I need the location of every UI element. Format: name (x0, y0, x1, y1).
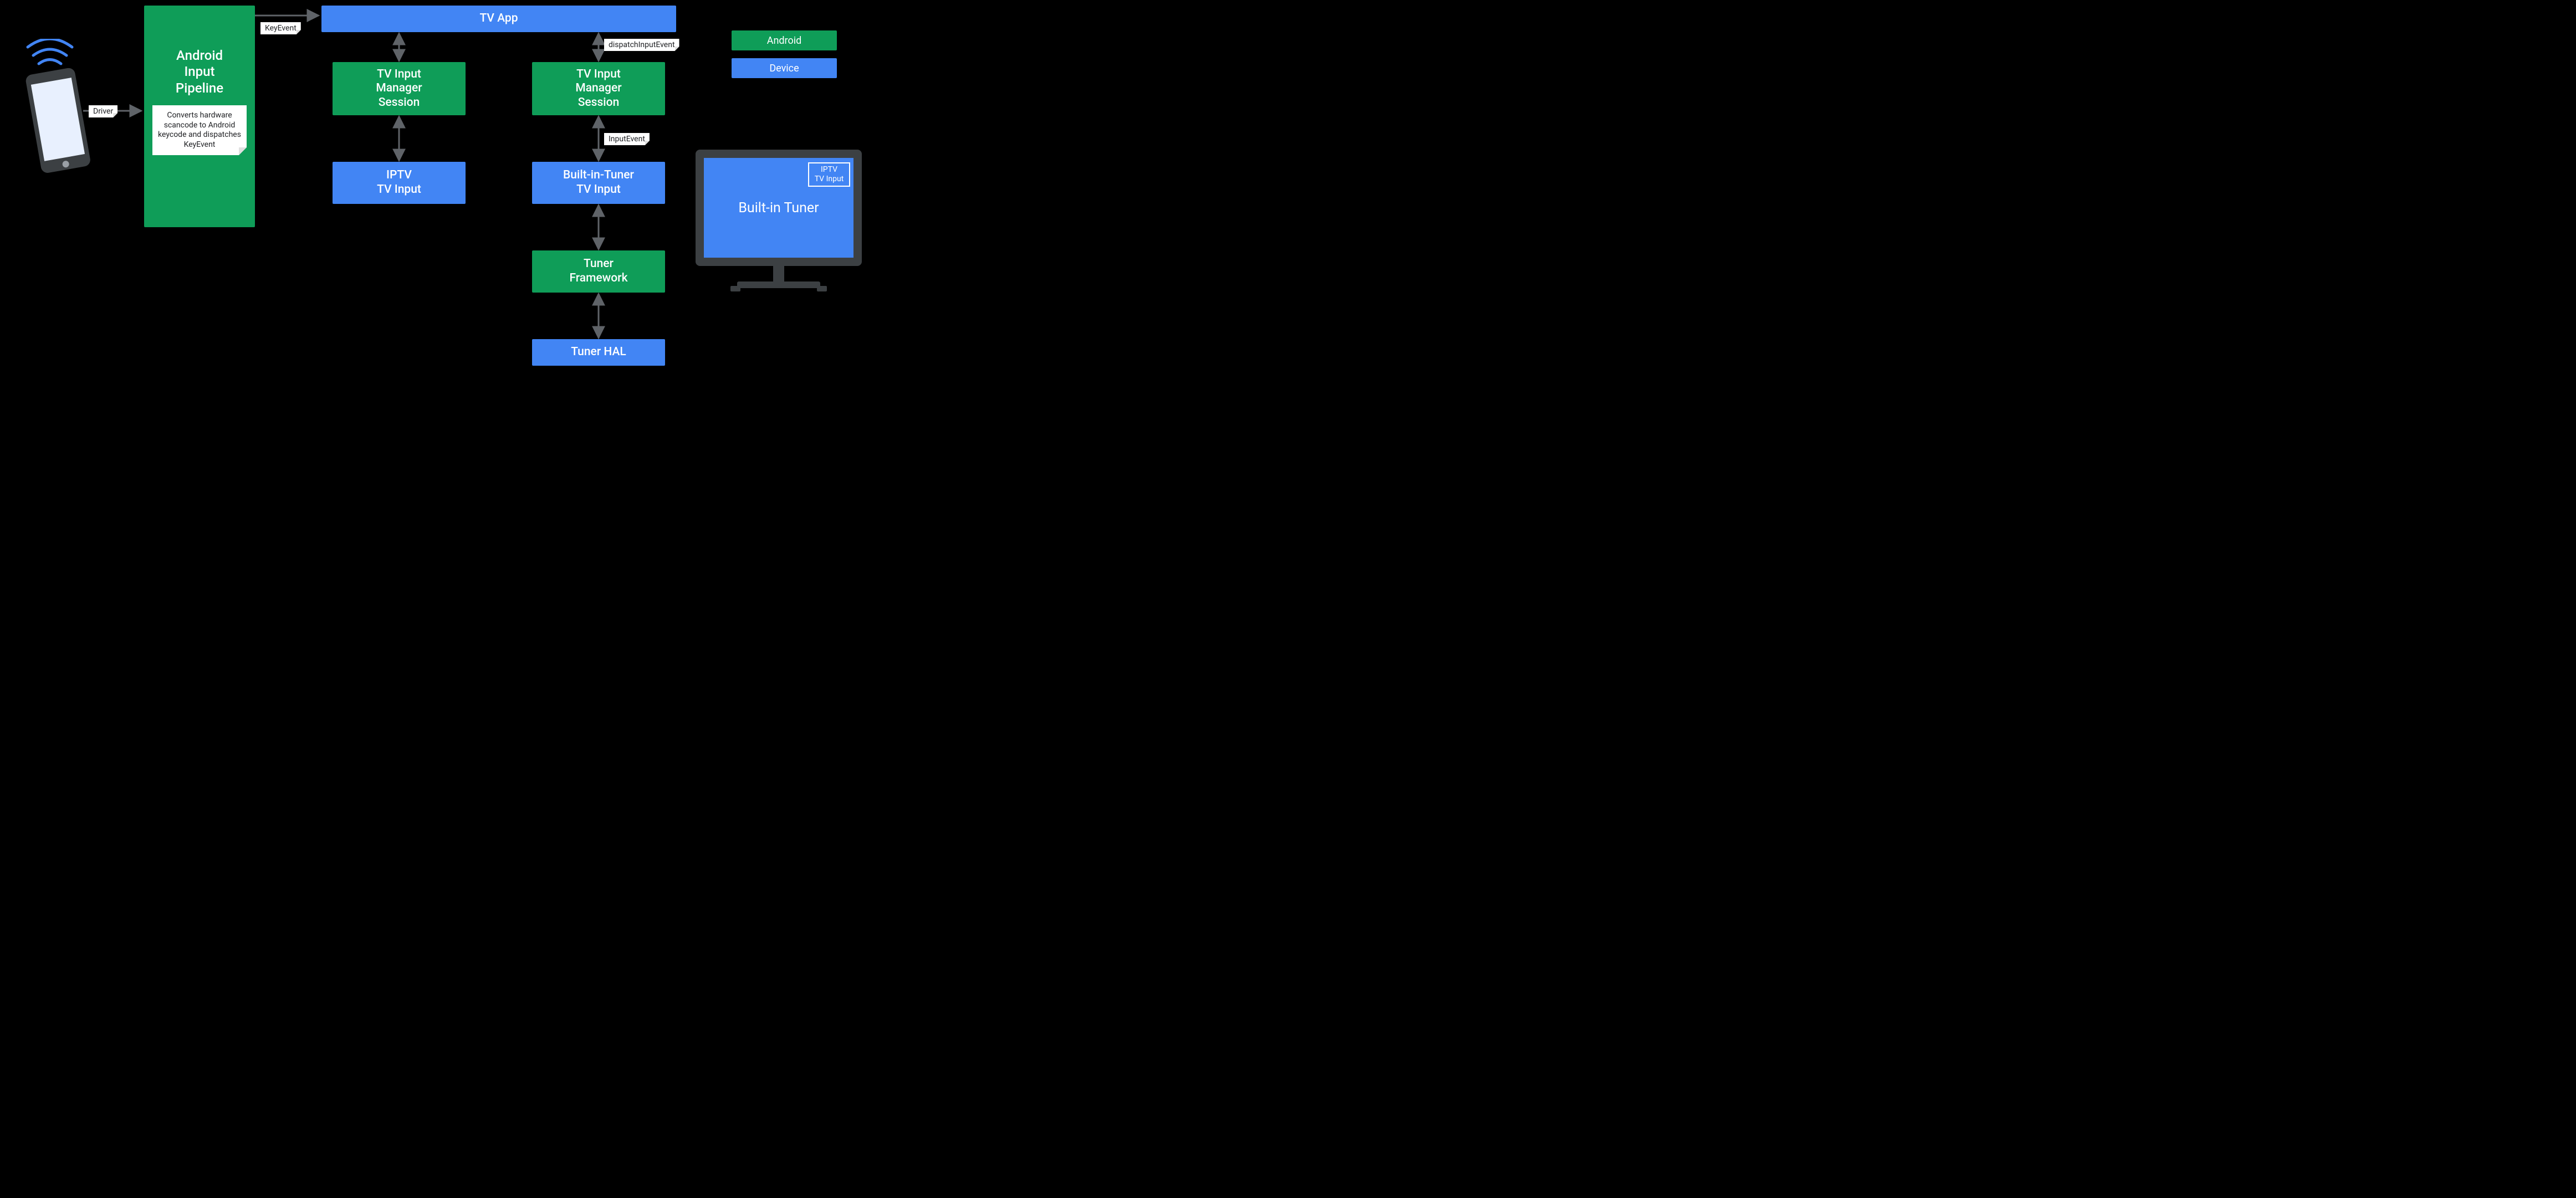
monitor-title: Built-in Tuner (738, 200, 819, 216)
dispatchinputevent-label: dispatchInputEvent (604, 39, 679, 51)
tuner-hal-box: Tuner HAL (532, 339, 665, 366)
phone-icon (6, 39, 94, 183)
tuner-framework-box: Tuner Framework (532, 250, 665, 293)
monitor-base (737, 281, 820, 288)
tims-right-box: TV Input Manager Session (532, 62, 665, 115)
pipeline-note: Converts hardware scancode to Android ke… (152, 105, 247, 155)
iptv-input-label: IPTV TV Input (377, 168, 421, 197)
keyevent-label: KeyEvent (260, 22, 301, 34)
tims-left-label: TV Input Manager Session (376, 68, 422, 110)
tv-app-box: TV App (321, 6, 676, 32)
legend-device: Device (732, 58, 837, 78)
tuner-hal-label: Tuner HAL (571, 345, 626, 360)
iptv-input-box: IPTV TV Input (333, 162, 466, 204)
monitor-neck (773, 266, 784, 283)
tuner-framework-label: Tuner Framework (569, 257, 627, 285)
pipeline-title: Android Input Pipeline (176, 48, 223, 96)
monitor-inset: IPTV TV Input (808, 162, 850, 187)
driver-label: Driver (89, 105, 117, 117)
builtin-tuner-input-label: Built-in-Tuner TV Input (563, 168, 634, 197)
tv-app-label: TV App (479, 12, 518, 26)
legend-android: Android (732, 30, 837, 50)
inputevent-label: InputEvent (604, 133, 650, 145)
tims-right-label: TV Input Manager Session (575, 68, 621, 110)
monitor-foot-left (730, 286, 740, 291)
builtin-tuner-input-box: Built-in-Tuner TV Input (532, 162, 665, 204)
tims-left-box: TV Input Manager Session (333, 62, 466, 115)
monitor-foot-right (817, 286, 827, 291)
